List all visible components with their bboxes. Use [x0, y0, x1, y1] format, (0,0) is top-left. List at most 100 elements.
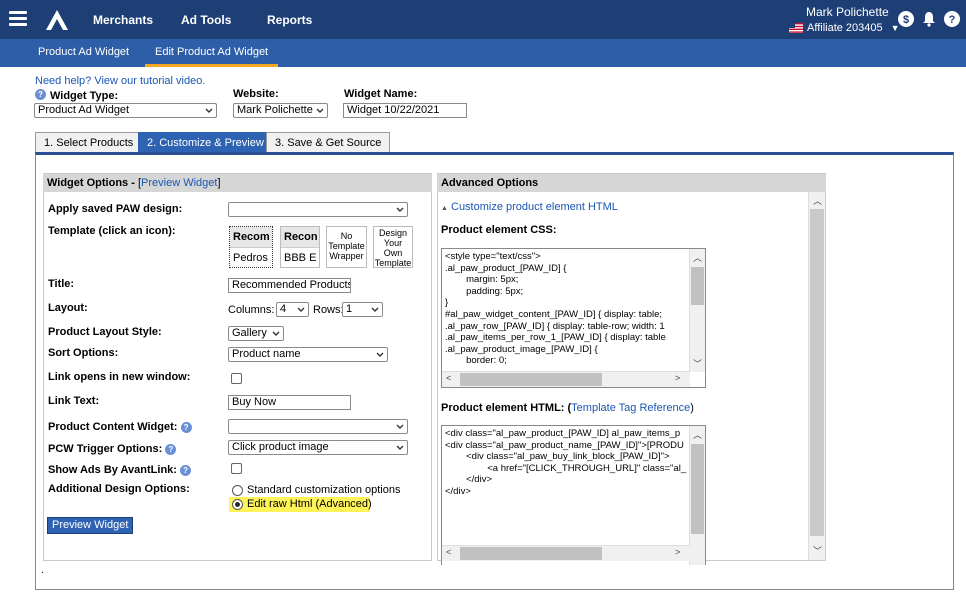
apply-saved-select[interactable]: [228, 202, 408, 217]
scroll-up-icon[interactable]: ︿: [693, 251, 702, 264]
help-question-icon[interactable]: ?: [35, 89, 46, 100]
scroll-down-icon[interactable]: ﹀: [693, 357, 702, 370]
chevron-down-icon: [396, 424, 404, 429]
user-name: Mark Polichette: [806, 5, 889, 19]
link-text-input[interactable]: Buy Now: [228, 395, 351, 410]
sort-label: Sort Options:: [48, 347, 119, 359]
radio-raw-html[interactable]: [232, 499, 243, 510]
widget-name-input[interactable]: Widget 10/22/2021: [343, 103, 467, 118]
template-label: Template (click an icon):: [48, 225, 176, 237]
preview-widget-button[interactable]: Preview Widget: [47, 517, 134, 534]
scrollbar-thumb[interactable]: [460, 373, 602, 386]
scrollbar-thumb[interactable]: [691, 267, 704, 305]
scroll-up-icon[interactable]: ︿: [813, 194, 822, 207]
us-flag-icon: [789, 23, 803, 33]
scroll-left-icon[interactable]: <: [446, 373, 451, 383]
tab-product-ad-widget[interactable]: Product Ad Widget: [28, 39, 139, 67]
widget-options-header: Widget Options - [Preview Widget]: [43, 174, 432, 192]
pcw-trigger-select[interactable]: Click product image: [228, 440, 408, 455]
new-window-checkbox[interactable]: [231, 373, 242, 384]
scrollbar-thumb[interactable]: [810, 209, 824, 536]
css-hscroll[interactable]: < >: [442, 371, 690, 387]
help-question-icon[interactable]: ?: [180, 464, 192, 476]
template-thumbnail-2[interactable]: Recon BBB E: [280, 226, 320, 268]
columns-select[interactable]: 4: [276, 302, 309, 317]
title-input[interactable]: Recommended Products: [228, 278, 351, 293]
radio-raw-html-label[interactable]: Edit raw Html (Advanced): [247, 498, 372, 510]
step-customize-preview[interactable]: 2. Customize & Preview: [138, 132, 273, 154]
scrollbar-thumb[interactable]: [691, 444, 704, 534]
step-save-get-source[interactable]: 3. Save & Get Source: [266, 132, 391, 154]
template-design-your-own[interactable]: Design Your Own Template: [373, 226, 413, 268]
widget-type-select[interactable]: Product Ad Widget: [34, 103, 217, 118]
widget-name-label: Widget Name:: [344, 88, 418, 100]
help-question-icon[interactable]: ?: [180, 421, 192, 433]
template-thumb-body: BBB E: [284, 252, 317, 264]
customize-element-link[interactable]: ▲ Customize product element HTML: [441, 201, 618, 213]
show-ads-label-text: Show Ads By AvantLink:: [48, 464, 177, 476]
html-code: <div class="al_paw_product_[PAW_ID] al_p…: [445, 428, 687, 497]
scroll-right-icon[interactable]: >: [675, 547, 680, 557]
chevron-down-icon: [272, 331, 280, 336]
scrollbar-thumb[interactable]: [460, 547, 602, 560]
radio-standard-label[interactable]: Standard customization options: [247, 484, 400, 496]
template-thumbnail-1[interactable]: Recom Pedros: [229, 226, 273, 268]
template-tag-reference-link[interactable]: Template Tag Reference: [571, 402, 690, 414]
scroll-right-icon[interactable]: >: [675, 373, 680, 383]
scroll-left-icon[interactable]: <: [446, 547, 451, 557]
affiliate-id: Affiliate 203405: [807, 22, 883, 34]
tab-edit-product-ad-widget[interactable]: Edit Product Ad Widget: [145, 39, 279, 67]
customize-element-link-text[interactable]: Customize product element HTML: [451, 201, 618, 213]
chevron-down-icon: [297, 307, 305, 312]
chevron-down-icon: [316, 108, 324, 113]
css-code-textarea[interactable]: <style type="text/css"> .al_paw_product_…: [441, 248, 706, 388]
tutorial-link[interactable]: Need help? View our tutorial video.: [35, 75, 205, 87]
chevron-down-icon: [396, 445, 404, 450]
step-select-products[interactable]: 1. Select Products: [35, 132, 143, 154]
radio-standard-options[interactable]: [232, 485, 243, 496]
html-code-textarea[interactable]: <div class="al_paw_product_[PAW_ID] al_p…: [441, 425, 706, 565]
affiliate-selector[interactable]: Affiliate 203405 ▼: [789, 22, 900, 34]
template-no-wrapper[interactable]: No Template Wrapper: [326, 226, 367, 268]
help-icon[interactable]: ?: [944, 11, 960, 27]
footer-dot: .: [41, 565, 44, 576]
advanced-panel-scrollbar[interactable]: ︿ ﹀: [808, 192, 825, 560]
pcw-trigger-label-text: PCW Trigger Options:: [48, 443, 163, 455]
pcw-label: Product Content Widget: ?: [48, 421, 192, 433]
website-select[interactable]: Mark Polichette: [233, 103, 328, 118]
nav-reports[interactable]: Reports: [267, 13, 312, 27]
css-label: Product element CSS:: [441, 224, 557, 236]
title-label: Title:: [48, 278, 75, 290]
show-ads-checkbox[interactable]: [231, 463, 242, 474]
rows-select[interactable]: 1: [342, 302, 383, 317]
template-thumb-body: Pedros: [233, 252, 268, 264]
scroll-down-icon[interactable]: ﹀: [813, 544, 822, 557]
widget-type-label: Widget Type:: [50, 90, 119, 102]
scroll-up-icon[interactable]: ︿: [693, 428, 702, 441]
preview-widget-link[interactable]: Preview Widget: [141, 177, 217, 189]
avantlink-logo[interactable]: [45, 9, 69, 31]
widget-options-title: Widget Options -: [47, 177, 138, 189]
pcw-select[interactable]: [228, 419, 408, 434]
menu-icon[interactable]: [9, 11, 27, 26]
rows-value: 1: [346, 303, 353, 315]
pcw-trigger-value: Click product image: [232, 441, 329, 453]
columns-label: Columns:: [228, 304, 275, 316]
dollar-icon[interactable]: $: [898, 11, 914, 27]
layout-style-value: Gallery: [232, 327, 267, 339]
html-label-text: Product element HTML: (: [441, 402, 572, 414]
layout-style-label: Product Layout Style:: [48, 326, 162, 338]
sort-select[interactable]: Product name: [228, 347, 388, 362]
pcw-label-text: Product Content Widget:: [48, 421, 178, 433]
html-vscroll[interactable]: ︿: [689, 426, 705, 565]
help-question-icon[interactable]: ?: [165, 443, 177, 455]
css-vscroll[interactable]: ︿ ﹀: [689, 249, 705, 372]
advanced-options-header: Advanced Options: [437, 174, 826, 192]
nav-ad-tools[interactable]: Ad Tools: [181, 13, 231, 27]
nav-merchants[interactable]: Merchants: [93, 13, 153, 27]
html-hscroll[interactable]: < >: [442, 545, 690, 561]
widget-type-value: Product Ad Widget: [38, 104, 130, 116]
chevron-down-icon: [205, 108, 213, 113]
bell-icon[interactable]: [921, 11, 937, 27]
layout-style-select[interactable]: Gallery: [228, 326, 284, 341]
